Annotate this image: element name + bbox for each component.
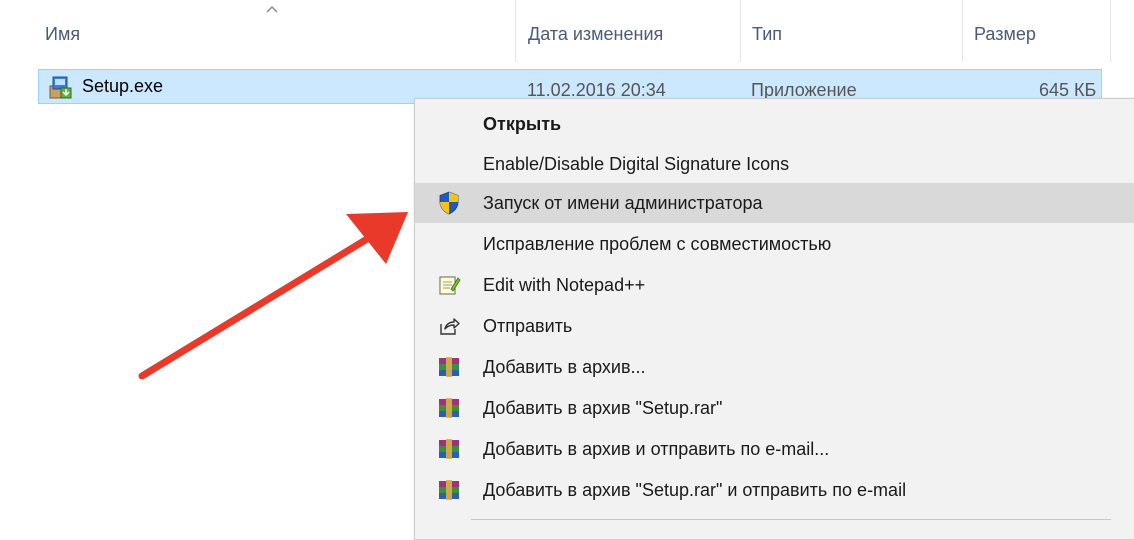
menu-item-digital-signature-icons[interactable]: Enable/Disable Digital Signature Icons bbox=[415, 144, 1134, 184]
menu-item-label: Добавить в архив... bbox=[483, 357, 646, 377]
column-type-header[interactable]: Тип bbox=[752, 24, 782, 45]
menu-item-label: Открыть bbox=[483, 114, 562, 134]
column-header-bar: Имя Дата изменения Тип Размер bbox=[0, 0, 1134, 62]
notepad-icon bbox=[439, 276, 461, 295]
menu-item-label: Добавить в архив и отправить по e-mail..… bbox=[483, 439, 830, 459]
menu-item-add-to-archive-and-email[interactable]: Добавить в архив и отправить по e-mail..… bbox=[415, 429, 1134, 469]
column-divider[interactable] bbox=[962, 0, 963, 62]
menu-item-label: Enable/Disable Digital Signature Icons bbox=[483, 154, 790, 174]
winrar-icon bbox=[439, 398, 459, 418]
menu-item-label: Edit with Notepad++ bbox=[483, 275, 646, 295]
winrar-icon bbox=[439, 480, 459, 500]
file-name: Setup.exe bbox=[82, 76, 164, 96]
menu-item-label: Добавить в архив "Setup.rar" bbox=[483, 398, 723, 418]
menu-item-send-to[interactable]: Отправить bbox=[415, 306, 1134, 346]
winrar-icon bbox=[439, 357, 459, 377]
menu-item-add-to-archive[interactable]: Добавить в архив... bbox=[415, 347, 1134, 387]
menu-item-add-to-setup-rar[interactable]: Добавить в архив "Setup.rar" bbox=[415, 388, 1134, 428]
column-divider[interactable] bbox=[515, 0, 516, 62]
column-divider[interactable] bbox=[740, 0, 741, 62]
column-name-header[interactable]: Имя bbox=[45, 24, 80, 45]
winrar-icon bbox=[439, 439, 459, 459]
menu-item-label: Добавить в архив "Setup.rar" и отправить… bbox=[483, 480, 907, 500]
menu-item-compatibility-troubleshoot[interactable]: Исправление проблем с совместимостью bbox=[415, 224, 1134, 264]
menu-item-label: Исправление проблем с совместимостью bbox=[483, 234, 832, 254]
column-size-header[interactable]: Размер bbox=[974, 24, 1036, 45]
menu-item-edit-notepadpp[interactable]: Edit with Notepad++ bbox=[415, 265, 1134, 305]
menu-item-open[interactable]: Открыть bbox=[415, 104, 1134, 144]
menu-item-run-as-admin[interactable]: Запуск от имени администратора bbox=[415, 183, 1134, 223]
uac-shield-icon bbox=[439, 191, 459, 215]
menu-item-label: Отправить bbox=[483, 316, 573, 336]
column-divider[interactable] bbox=[1110, 0, 1111, 62]
installer-icon bbox=[49, 76, 72, 99]
sort-ascending-icon bbox=[266, 5, 278, 13]
context-menu: Открыть Enable/Disable Digital Signature… bbox=[414, 98, 1134, 540]
menu-item-add-to-setup-rar-and-email[interactable]: Добавить в архив "Setup.rar" и отправить… bbox=[415, 470, 1134, 510]
column-date-header[interactable]: Дата изменения bbox=[528, 24, 663, 45]
share-icon bbox=[440, 318, 460, 335]
menu-item-label: Запуск от имени администратора bbox=[483, 193, 763, 213]
